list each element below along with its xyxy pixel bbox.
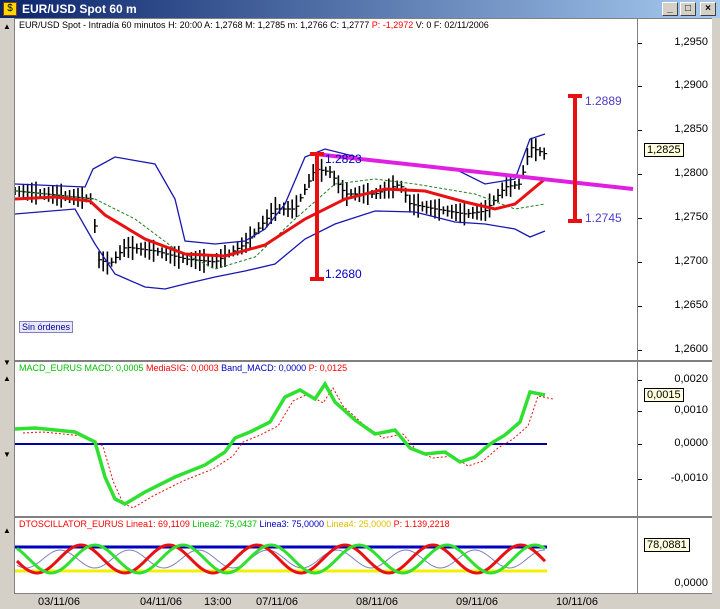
price-tick-mark (638, 262, 642, 263)
price-tick: 1,2750 (674, 211, 708, 223)
price-tick-mark (638, 174, 642, 175)
macd-last-box: 0,0015 (644, 388, 684, 402)
price-tick-mark (638, 86, 642, 87)
price-tick: 1,2850 (674, 123, 708, 135)
price-tick-mark (638, 218, 642, 219)
price-chart: 1.2680 1.2823 1.2889 1.2745 (15, 94, 634, 290)
price-tick-mark (638, 43, 642, 44)
moving-average (15, 177, 546, 258)
price-tick: 1,2600 (674, 343, 708, 355)
chart-window: $ EUR/USD Spot 60 m _ □ × ▲ ▼ ▲ ▼ ▲ EUR/… (0, 0, 720, 609)
label-low: 1.2680 (325, 267, 362, 281)
osc-tick: 0,0000 (674, 577, 708, 589)
osc-last-box: 78,0881 (644, 538, 690, 552)
macd-tick: -0,0010 (670, 472, 708, 484)
app-icon: $ (3, 2, 17, 16)
macd-tick-mark (638, 479, 642, 480)
price-tick: 1,2700 (674, 255, 708, 267)
collapse-icon[interactable]: ▼ (2, 358, 12, 368)
price-tick: 1,2800 (674, 167, 708, 179)
label-high: 1.2823 (325, 152, 362, 166)
macd-tick-mark (638, 444, 642, 445)
osc-axis: 78,0881 0,0000 (638, 517, 712, 594)
price-tick-mark (638, 350, 642, 351)
macd-chart (15, 380, 554, 509)
macd-tick-mark (638, 411, 642, 412)
left-toolbar: ▲ ▼ ▲ ▼ ▲ (0, 18, 14, 593)
collapse-icon[interactable]: ▼ (2, 450, 12, 460)
macd-tick-mark (638, 380, 642, 381)
title-bar: $ EUR/USD Spot 60 m _ □ × (0, 0, 720, 18)
price-tick: 1,2650 (674, 299, 708, 311)
right-scrollbar[interactable] (712, 18, 720, 609)
date-label: 09/11/06 (456, 596, 499, 608)
close-button[interactable]: × (700, 2, 716, 16)
label-target-low: 1.2745 (585, 211, 622, 225)
macd-tick: 0,0000 (674, 437, 708, 449)
price-panel[interactable]: EUR/USD Spot - Intradía 60 minutos H: 20… (14, 18, 638, 361)
price-tick-mark (638, 130, 642, 131)
expand-icon[interactable]: ▲ (2, 374, 12, 384)
oscillator-panel[interactable]: DTOSCILLATOR_EURUS Linea1: 69,1109 Linea… (14, 517, 638, 594)
date-label: 03/11/06 (38, 596, 81, 608)
osc-chart (15, 543, 547, 575)
date-label: 08/11/06 (356, 596, 399, 608)
date-label: 10/11/06 (556, 596, 599, 608)
price-tick-mark (638, 306, 642, 307)
orders-status-button[interactable]: Sin órdenes (19, 321, 74, 333)
maximize-button[interactable]: □ (680, 2, 696, 16)
scroll-up-icon[interactable]: ▲ (2, 22, 12, 32)
macd-signal-line (22, 387, 554, 509)
price-tick: 1,2950 (674, 36, 708, 48)
date-axis: 03/11/06 04/11/06 13:00 07/11/06 08/11/06 09/… (14, 594, 638, 609)
price-axis: 1,2950 1,2900 1,2850 1,2800 1,2750 1,2700 1,26… (638, 18, 712, 361)
macd-tick: 0,0020 (674, 373, 708, 385)
date-label: 04/11/06 (140, 596, 183, 608)
expand-icon[interactable]: ▲ (2, 526, 12, 536)
macd-tick: 0,0010 (674, 404, 708, 416)
label-target-high: 1.2889 (585, 94, 622, 108)
macd-axis: 0,0020 0,0010 0,0000 -0,0010 0,0015 (638, 361, 712, 517)
price-tick: 1,2900 (674, 79, 708, 91)
window-title: EUR/USD Spot 60 m (22, 2, 137, 16)
date-label: 13:00 (204, 596, 232, 608)
trend-line (314, 152, 634, 191)
macd-panel[interactable]: MACD_EURUS MACD: 0,0005 MediaSIG: 0,0003… (14, 361, 638, 517)
date-label: 07/11/06 (256, 596, 299, 608)
last-price-box: 1,2825 (644, 143, 684, 157)
minimize-button[interactable]: _ (662, 2, 678, 16)
